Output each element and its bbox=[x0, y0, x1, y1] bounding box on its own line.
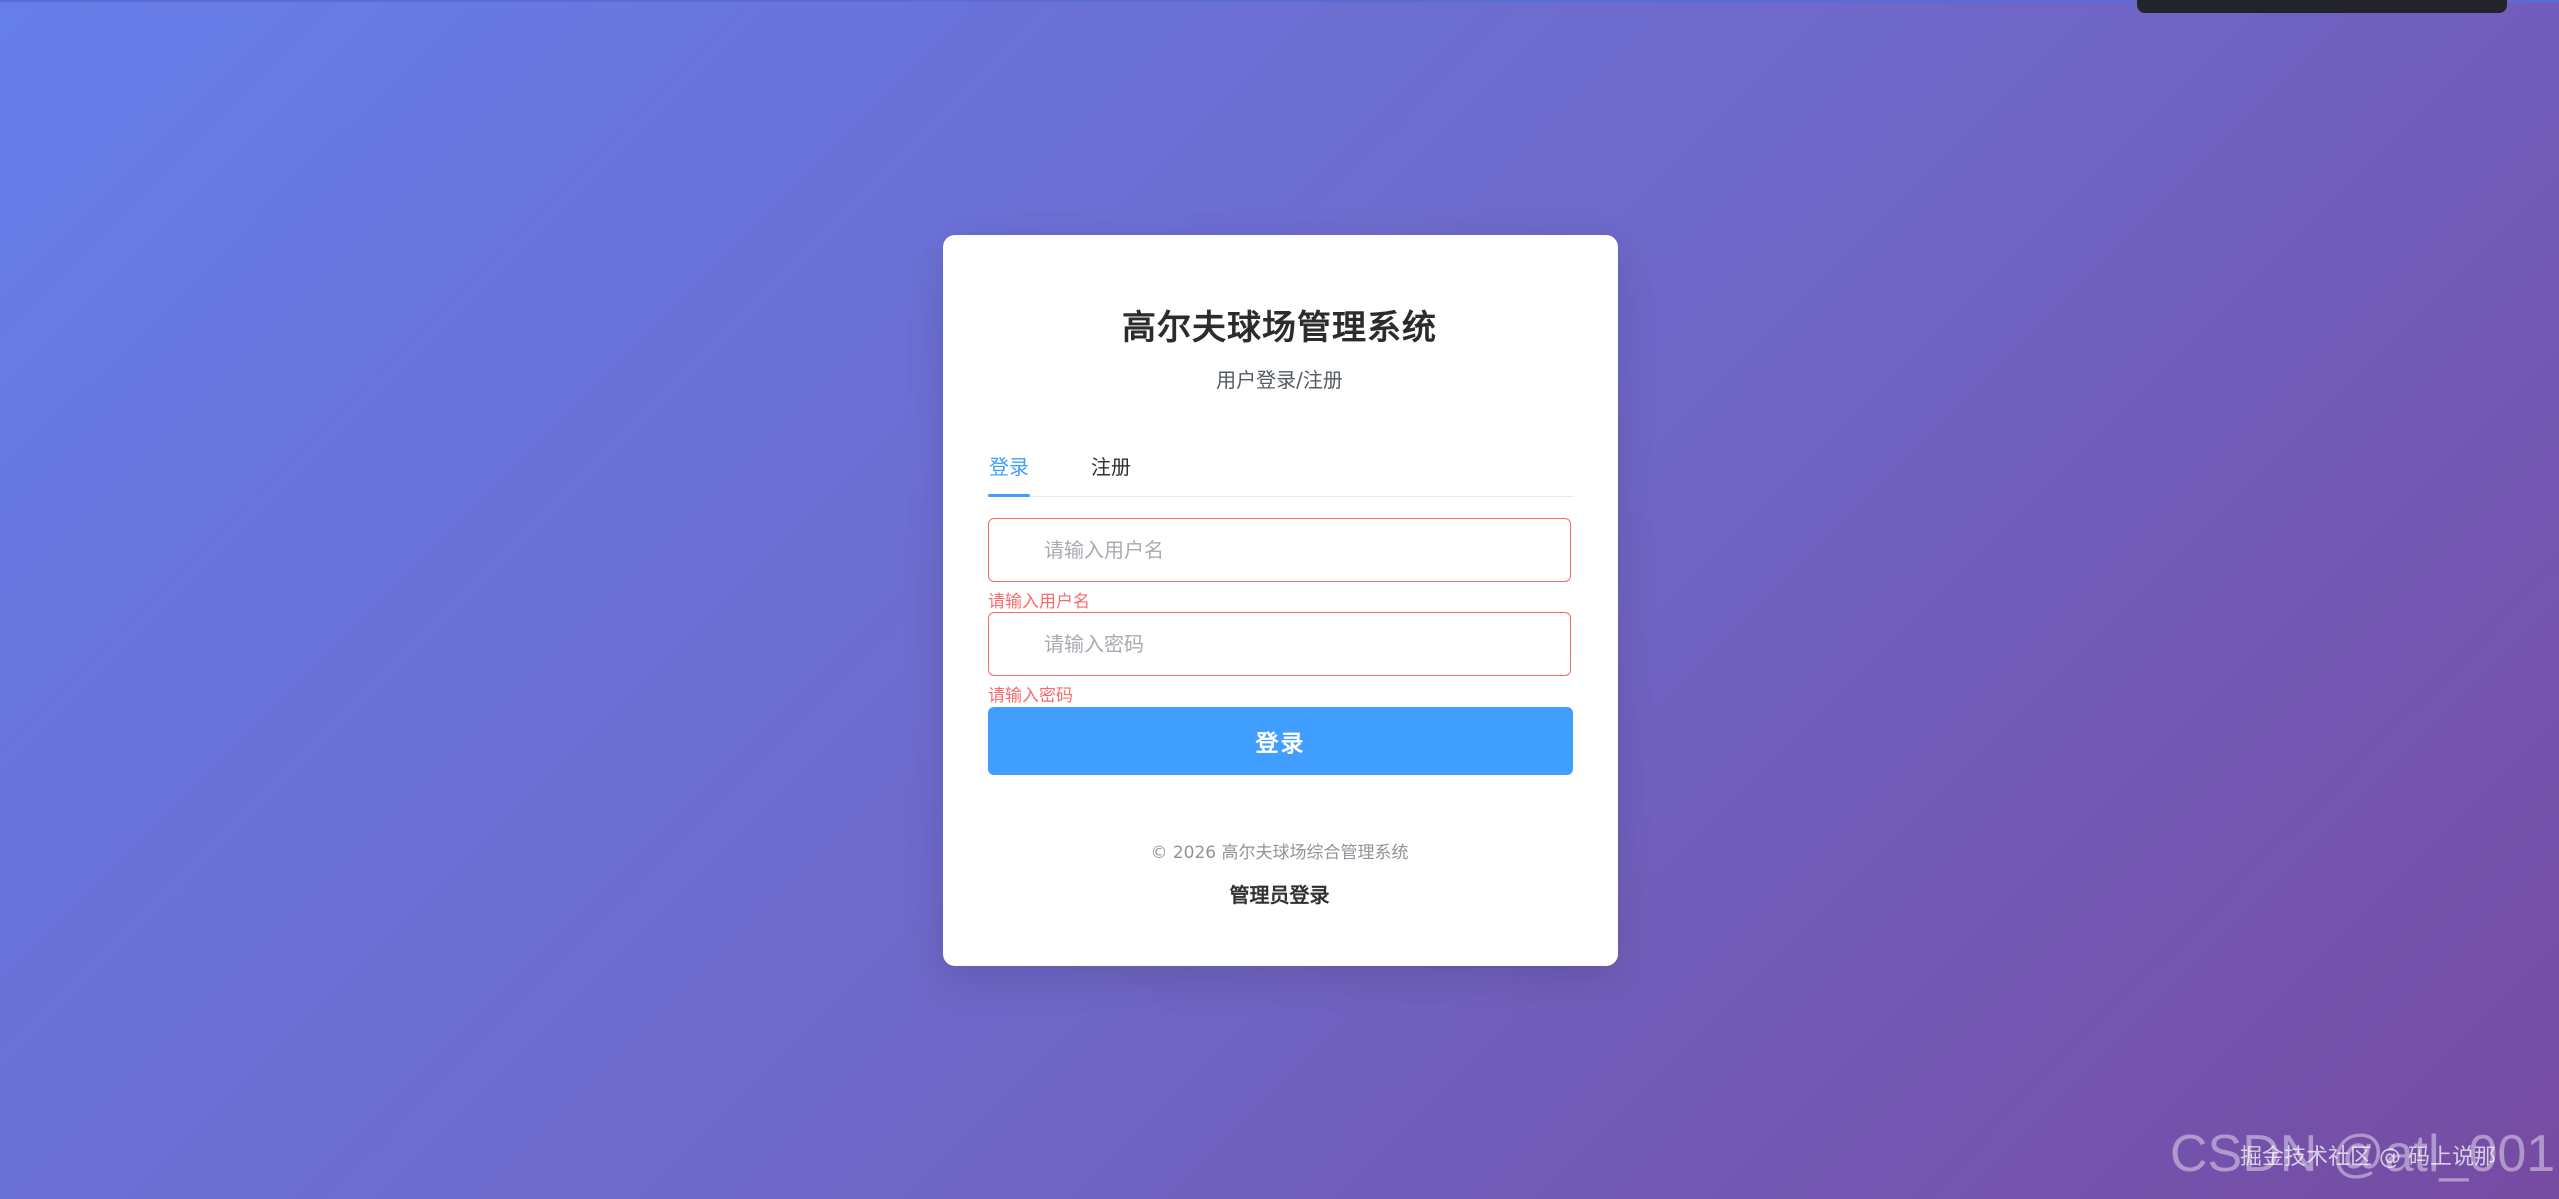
copyright-text: © 2026 高尔夫球场综合管理系统 bbox=[1150, 843, 1409, 863]
login-button[interactable]: 登录 bbox=[988, 707, 1573, 775]
admin-login-link[interactable]: 管理员登录 bbox=[1230, 883, 1330, 907]
watermark-juejin: 掘金技术社区 @ 码上说那 bbox=[2240, 1145, 2496, 1170]
password-input[interactable] bbox=[1044, 613, 1544, 675]
browser-overlay-toolbar bbox=[2137, 0, 2507, 13]
username-field bbox=[988, 518, 1571, 582]
username-input[interactable] bbox=[1044, 519, 1544, 581]
tab-register[interactable]: 注册 bbox=[1090, 452, 1132, 496]
password-field bbox=[988, 612, 1571, 676]
tab-login[interactable]: 登录 bbox=[988, 452, 1030, 497]
admin-login-link-wrapper: 管理员登录 bbox=[0, 879, 2559, 908]
password-error: 请输入密码 bbox=[988, 686, 1073, 706]
auth-tabs: 登录 注册 bbox=[988, 452, 1573, 497]
page-title: 高尔夫球场管理系统 bbox=[1122, 308, 1437, 348]
page-subtitle: 用户登录/注册 bbox=[1216, 368, 1343, 392]
username-error: 请输入用户名 bbox=[988, 592, 1090, 612]
